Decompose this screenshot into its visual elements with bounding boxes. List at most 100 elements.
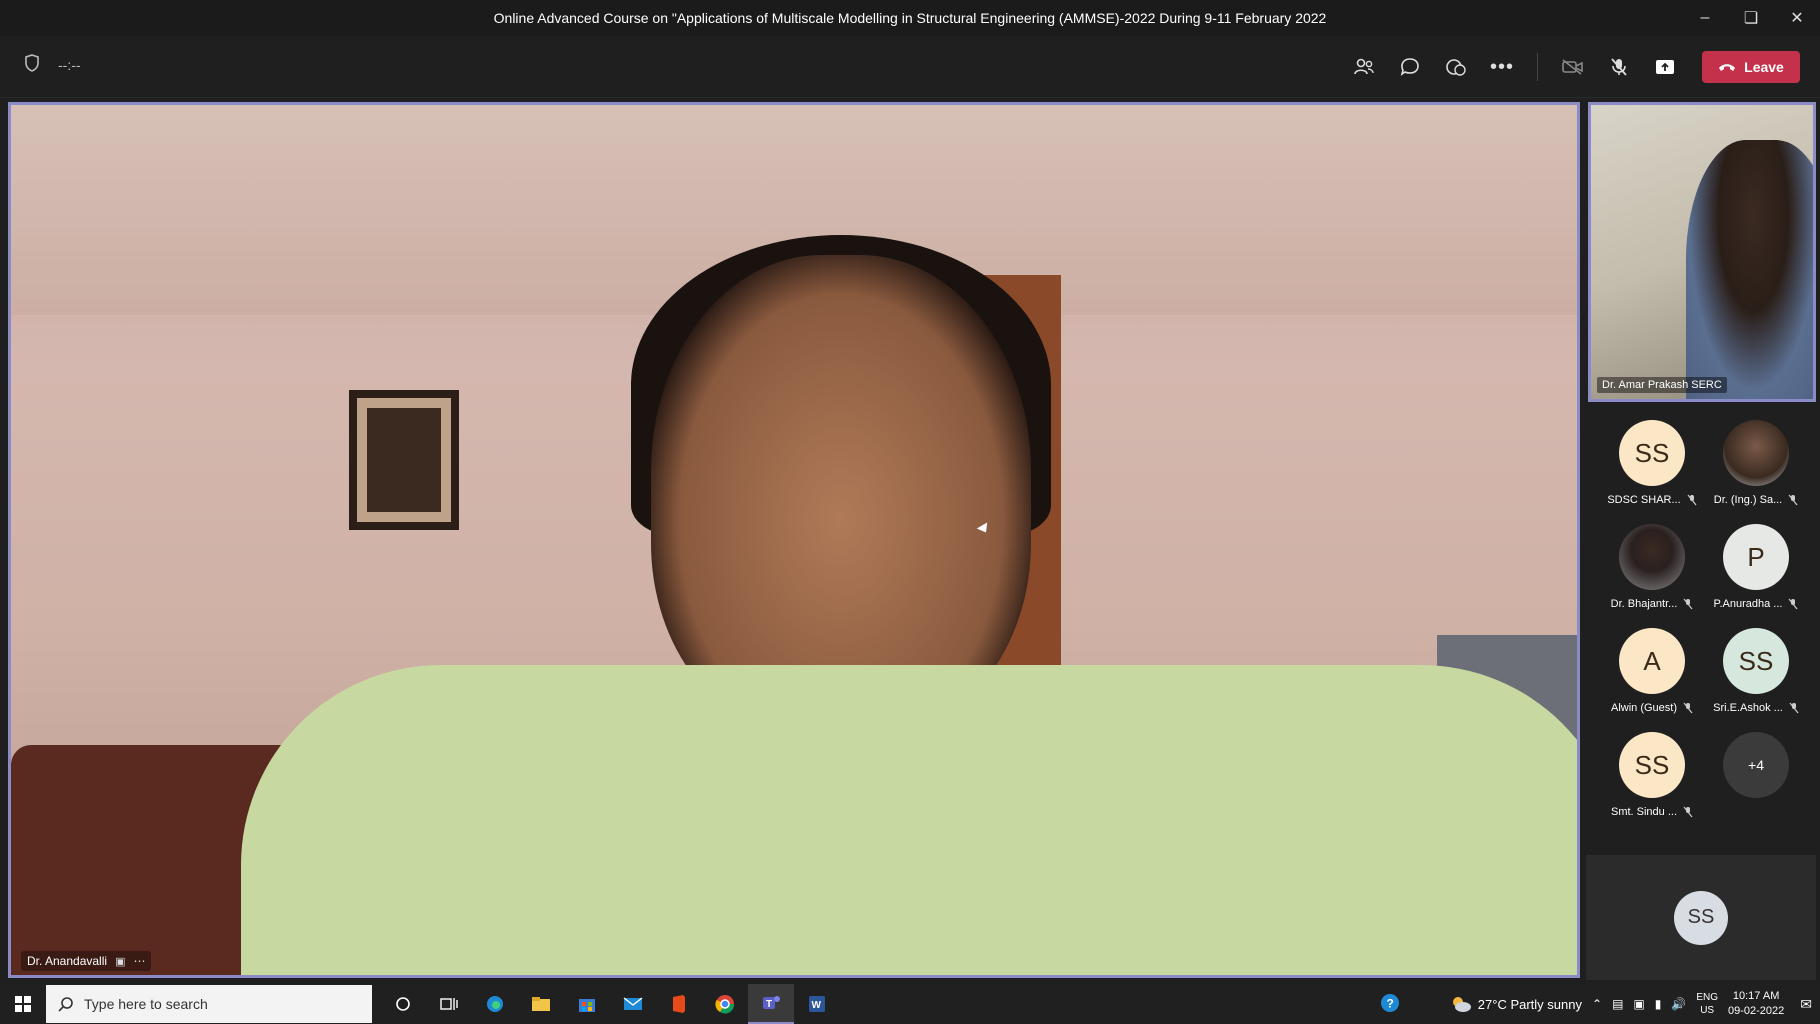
store-icon: [579, 999, 595, 1012]
task-view-button[interactable]: [426, 984, 472, 1024]
speaker-face: [651, 255, 1031, 735]
self-video-name: Dr. Amar Prakash SERC: [1597, 377, 1727, 393]
chat-button[interactable]: [1387, 48, 1433, 86]
reactions-button[interactable]: [1433, 48, 1479, 86]
share-button[interactable]: [1642, 48, 1688, 86]
mic-toggle-button[interactable]: [1596, 48, 1642, 86]
participant-tile[interactable]: SS SDSC SHAR...: [1600, 420, 1704, 518]
edge-icon: [487, 996, 503, 1012]
window-controls: – ❏ ✕: [1682, 0, 1820, 36]
participant-photo: [1723, 420, 1789, 486]
close-button[interactable]: ✕: [1774, 0, 1820, 36]
main-speaker-video[interactable]: Dr. Anandavalli ▣ ⋯: [8, 102, 1580, 978]
clock[interactable]: 10:17 AM 09-02-2022: [1728, 989, 1784, 1019]
meeting-toolbar: --:-- ••• Leave: [0, 36, 1820, 98]
window-title: Online Advanced Course on "Applications …: [493, 10, 1327, 26]
start-button[interactable]: [0, 984, 46, 1024]
participant-name: Alwin (Guest): [1610, 702, 1678, 714]
search-icon: [58, 997, 73, 1012]
participant-name: P.Anuradha ...: [1713, 598, 1783, 610]
toolbar-divider: [1537, 53, 1538, 81]
participant-label-row: Alwin (Guest): [1611, 702, 1693, 714]
leave-label: Leave: [1744, 59, 1784, 75]
more-icon: •••: [1489, 55, 1514, 78]
volume-icon[interactable]: 🔊: [1671, 997, 1686, 1011]
mail-icon: [623, 997, 643, 1010]
taskbar-search-box[interactable]: Type here to search: [46, 985, 372, 1023]
tray-device-icon[interactable]: ▤: [1612, 997, 1623, 1011]
weather-text: 27°C Partly sunny: [1477, 996, 1582, 1012]
mic-off-icon: [1788, 598, 1798, 610]
participant-tile-bottom[interactable]: SS: [1586, 855, 1816, 980]
participant-avatar: P: [1723, 524, 1789, 590]
participant-label-row: Dr. Bhajantr...: [1611, 598, 1694, 610]
edge-button[interactable]: [472, 984, 518, 1024]
svg-text:W: W: [812, 1000, 822, 1011]
word-button[interactable]: W: [794, 984, 840, 1024]
toolbar-left: --:--: [24, 54, 81, 75]
pin-icon[interactable]: ▣: [115, 955, 125, 968]
svg-text:T: T: [766, 999, 772, 1010]
camera-toggle-button[interactable]: [1550, 48, 1596, 86]
minimize-button[interactable]: –: [1682, 0, 1728, 36]
system-tray: ? 27°C Partly sunny ⌃ ▤ ▣ ▮ 🔊 ENG US 10:…: [1380, 989, 1820, 1019]
mic-off-icon: [1683, 702, 1693, 714]
battery-icon[interactable]: ▮: [1655, 997, 1662, 1011]
task-view-icon: [440, 998, 458, 1010]
more-participants-count: +4: [1723, 732, 1789, 798]
shield-icon: [24, 54, 40, 75]
reactions-icon: [1446, 59, 1466, 76]
participant-label-row: SDSC SHAR...: [1607, 494, 1697, 506]
more-participants-tile[interactable]: +4: [1704, 732, 1808, 830]
mic-off-icon: [1788, 494, 1798, 506]
speaker-name: Dr. Anandavalli: [27, 954, 108, 968]
people-button[interactable]: [1341, 48, 1387, 86]
search-placeholder: Type here to search: [84, 996, 208, 1012]
office-button[interactable]: [656, 984, 702, 1024]
more-button[interactable]: •••: [1479, 48, 1525, 86]
office-icon: [673, 995, 685, 1013]
notifications-icon[interactable]: ✉: [1800, 996, 1812, 1013]
speaker-more-icon[interactable]: ⋯: [133, 954, 145, 968]
help-button[interactable]: ?: [1380, 993, 1400, 1016]
wall-picture: [349, 390, 459, 530]
people-icon: [1354, 58, 1374, 75]
folder-icon: [532, 997, 550, 1011]
chrome-button[interactable]: [702, 984, 748, 1024]
language-indicator[interactable]: ENG US: [1696, 991, 1718, 1017]
mail-button[interactable]: [610, 984, 656, 1024]
participant-name: Dr. (Ing.) Sa...: [1713, 494, 1783, 506]
restore-button[interactable]: ❏: [1728, 0, 1774, 36]
self-video-tile[interactable]: Dr. Amar Prakash SERC: [1588, 102, 1816, 402]
participant-tile[interactable]: SS Smt. Sindu ...: [1600, 732, 1704, 830]
participant-label-row: Sri.E.Ashok ...: [1713, 702, 1799, 714]
participant-tile[interactable]: Dr. (Ing.) Sa...: [1704, 420, 1808, 518]
self-video-person: [1686, 140, 1813, 399]
participant-tile[interactable]: P P.Anuradha ...: [1704, 524, 1808, 622]
word-icon: W: [809, 996, 825, 1012]
participant-tile[interactable]: A Alwin (Guest): [1600, 628, 1704, 726]
store-button[interactable]: [564, 984, 610, 1024]
file-explorer-button[interactable]: [518, 984, 564, 1024]
share-icon: [1656, 60, 1674, 74]
cortana-button[interactable]: [380, 984, 426, 1024]
windows-taskbar: Type here to search T W ? 27°C Partly su…: [0, 984, 1820, 1024]
mic-off-icon: [1611, 58, 1627, 76]
participant-avatar: SS: [1674, 890, 1728, 945]
weather-widget[interactable]: 27°C Partly sunny: [1450, 995, 1582, 1013]
lang-top: ENG: [1696, 992, 1718, 1003]
leave-button[interactable]: Leave: [1702, 51, 1800, 83]
chrome-icon: [715, 995, 735, 1014]
speaker-name-tag: Dr. Anandavalli ▣ ⋯: [21, 951, 152, 971]
participant-tile[interactable]: Dr. Bhajantr...: [1600, 524, 1704, 622]
participant-label-row: P.Anuradha ...: [1714, 598, 1799, 610]
show-hidden-icons[interactable]: ⌃: [1592, 997, 1602, 1011]
network-icon[interactable]: ▣: [1633, 997, 1644, 1011]
participant-avatar: SS: [1723, 628, 1789, 694]
teams-button[interactable]: T: [748, 984, 794, 1024]
partly-sunny-icon: [1452, 997, 1471, 1012]
participants-panel: Dr. Amar Prakash SERC SS SDSC SHAR... Dr…: [1586, 100, 1820, 980]
meeting-timer: --:--: [58, 56, 81, 73]
windows-icon: [15, 996, 31, 1012]
participant-tile[interactable]: SS Sri.E.Ashok ...: [1704, 628, 1808, 726]
